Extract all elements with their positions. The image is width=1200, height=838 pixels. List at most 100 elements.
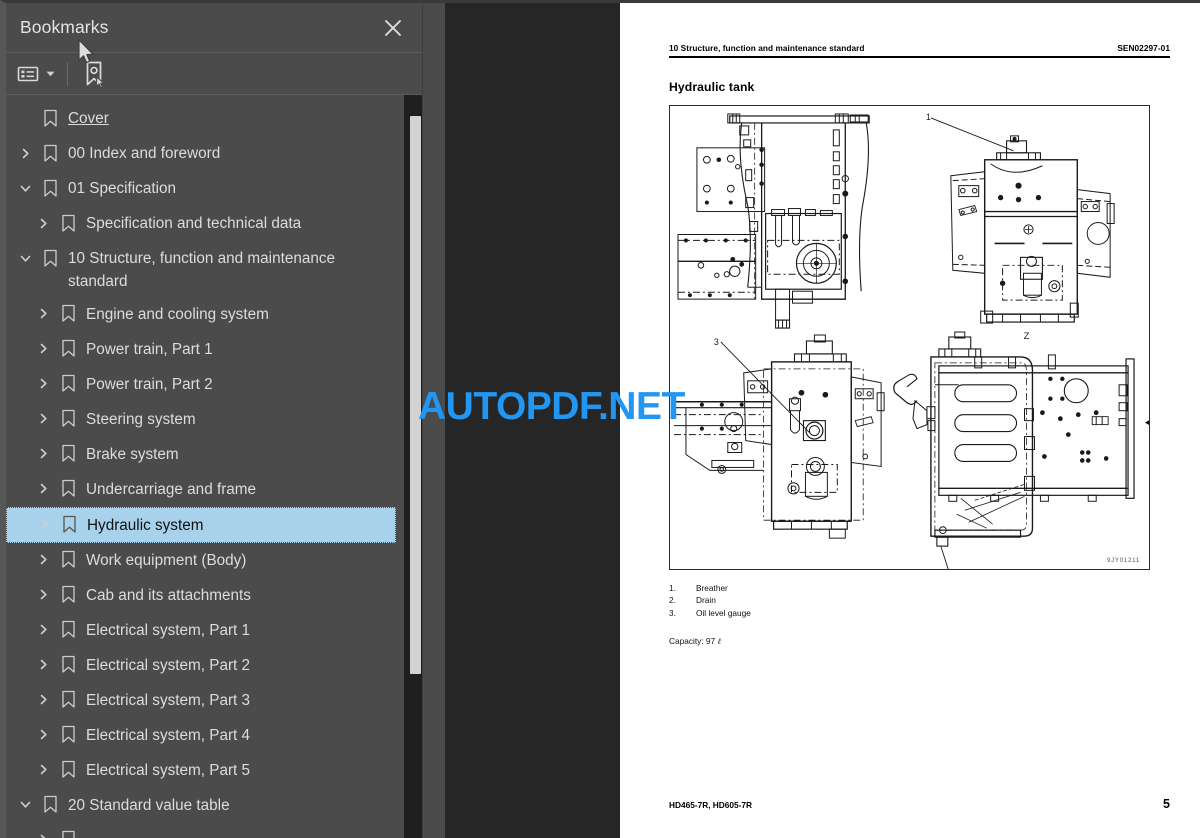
header-chapter-title: 10 Structure, function and maintenance s…	[669, 43, 865, 53]
bookmarks-tree-container: Cover 00 Index and foreword 01 Specificati…	[6, 95, 422, 838]
bookmark-icon	[56, 405, 80, 433]
bookmark-icon	[56, 475, 80, 503]
header-document-code: SEN02297-01	[1117, 43, 1170, 53]
bookmark-item[interactable]: Work equipment (Body)	[6, 543, 404, 578]
chevron-right-icon[interactable]	[32, 651, 54, 679]
bookmark-icon	[56, 721, 80, 749]
watermark: AUTOPDF.NET	[418, 385, 685, 428]
legend-item: 2. Drain	[669, 594, 1170, 607]
bookmark-icon	[56, 686, 80, 714]
bookmark-label: Hydraulic system	[87, 516, 204, 534]
bookmark-label: Undercarriage and frame	[86, 480, 257, 498]
chevron-down-icon[interactable]	[14, 174, 36, 202]
chevron-right-icon[interactable]	[32, 616, 54, 644]
bookmark-item[interactable]: Power train, Part 2	[6, 367, 404, 402]
chevron-right-icon[interactable]	[32, 581, 54, 609]
chevron-right-icon[interactable]	[32, 721, 54, 749]
chevron-down-icon[interactable]	[14, 244, 36, 272]
bookmark-item[interactable]: Electrical system, Part 2	[6, 648, 404, 683]
document-footer: HD465-7R, HD605-7R 5	[669, 797, 1170, 811]
chevron-right-icon[interactable]	[32, 546, 54, 574]
legend-text: Breather	[696, 582, 728, 593]
bookmark-icon	[56, 440, 80, 468]
chevron-right-icon[interactable]	[32, 440, 54, 468]
figure-legend: 1. Breather 2. Drain 3. Oil level gauge	[669, 582, 1170, 620]
options-list-icon[interactable]	[16, 59, 40, 89]
new-bookmark-icon[interactable]	[81, 59, 109, 89]
panel-title: Bookmarks	[20, 17, 109, 37]
bookmark-icon	[38, 139, 62, 167]
bookmark-item[interactable]: Electrical system, Part 3	[6, 683, 404, 718]
legend-number: 1.	[669, 582, 676, 593]
bookmark-icon	[56, 651, 80, 679]
bookmark-item[interactable]: Steering system	[6, 402, 404, 437]
bookmark-item-partial[interactable]	[6, 823, 404, 838]
svg-text:3: 3	[714, 337, 719, 347]
bookmark-item[interactable]: Undercarriage and frame	[6, 472, 404, 507]
bookmark-item[interactable]: Cab and its attachments	[6, 578, 404, 613]
bookmark-label: 00 Index and foreword	[68, 145, 221, 162]
pdf-page[interactable]: 10 Structure, function and maintenance s…	[620, 3, 1200, 838]
bookmark-item[interactable]: 10 Structure, function and maintenance s…	[6, 241, 404, 297]
bookmark-icon	[38, 104, 62, 132]
bookmark-label: Steering system	[86, 410, 196, 428]
hydraulic-tank-figure: 1 Z 3 9JY01211	[669, 104, 1150, 570]
bookmarks-panel: Bookmarks Cover 00 Index and foreword 01…	[0, 0, 422, 838]
bookmark-item[interactable]: Electrical system, Part 4	[6, 718, 404, 753]
chevron-right-icon[interactable]	[14, 139, 36, 167]
chevron-down-icon[interactable]	[14, 791, 36, 819]
bookmark-item[interactable]: 00 Index and foreword	[6, 136, 404, 171]
bookmark-icon	[56, 300, 80, 328]
chevron-right-icon[interactable]	[32, 756, 54, 784]
bookmarks-tree: Cover 00 Index and foreword 01 Specificati…	[6, 95, 404, 838]
legend-text: Drain	[696, 595, 716, 606]
bookmark-item[interactable]: Engine and cooling system	[6, 297, 404, 332]
chevron-down-icon[interactable]	[44, 59, 57, 89]
bookmark-label: 10 Structure, function and maintenance s…	[68, 250, 336, 291]
bookmark-icon	[38, 174, 62, 202]
bookmark-item[interactable]: Electrical system, Part 1	[6, 613, 404, 648]
bookmark-icon	[56, 826, 80, 838]
chevron-right-icon[interactable]	[32, 370, 54, 398]
chevron-right-icon[interactable]	[33, 511, 55, 539]
bookmark-item[interactable]: 20 Standard value table	[6, 788, 404, 823]
bookmark-item[interactable]: Electrical system, Part 5	[6, 753, 404, 788]
bookmark-label: Work equipment (Body)	[86, 551, 247, 569]
bookmark-item[interactable]: Specification and technical data	[6, 206, 404, 241]
toolbar-divider	[67, 61, 68, 86]
bookmark-icon	[56, 546, 80, 574]
header-rule	[669, 56, 1170, 58]
chevron-right-icon[interactable]	[32, 475, 54, 503]
chevron-right-icon[interactable]	[32, 405, 54, 433]
close-icon[interactable]	[381, 16, 405, 40]
bookmark-item[interactable]: Hydraulic system	[6, 506, 396, 543]
bookmark-label: Power train, Part 1	[86, 340, 213, 358]
chevron-right-icon[interactable]	[32, 300, 54, 328]
bookmark-label: Brake system	[86, 445, 179, 463]
bookmark-icon	[56, 370, 80, 398]
bookmark-item[interactable]: Power train, Part 1	[6, 332, 404, 367]
bookmark-item[interactable]: Cover	[6, 101, 404, 136]
document-running-header: 10 Structure, function and maintenance s…	[669, 43, 1170, 56]
bookmark-icon	[57, 511, 81, 539]
bookmark-icon	[38, 244, 62, 272]
capacity-unit: ℓ	[717, 637, 721, 647]
bookmark-label: Power train, Part 2	[86, 375, 213, 393]
chevron-right-icon[interactable]	[32, 826, 54, 838]
bookmark-item[interactable]: 01 Specification	[6, 171, 404, 206]
bookmark-label: 01 Specification	[68, 180, 176, 197]
chevron-right-icon[interactable]	[32, 335, 54, 363]
bookmarks-panel-header: Bookmarks	[6, 3, 422, 52]
bookmark-icon	[56, 581, 80, 609]
bookmark-item[interactable]: Brake system	[6, 437, 404, 472]
bookmark-label: Electrical system, Part 5	[86, 761, 251, 779]
bookmark-label: Electrical system, Part 2	[86, 656, 251, 674]
legend-item: 1. Breather	[669, 582, 1170, 595]
footer-page-number: 5	[1163, 797, 1170, 811]
chevron-right-icon[interactable]	[32, 686, 54, 714]
hydraulic-tank-drawing: 1 Z 3	[674, 112, 1149, 569]
bookmark-label: Cover	[68, 110, 109, 127]
bookmark-label: Electrical system, Part 4	[86, 726, 251, 744]
chevron-right-icon[interactable]	[32, 209, 54, 237]
svg-text:1: 1	[926, 112, 931, 122]
